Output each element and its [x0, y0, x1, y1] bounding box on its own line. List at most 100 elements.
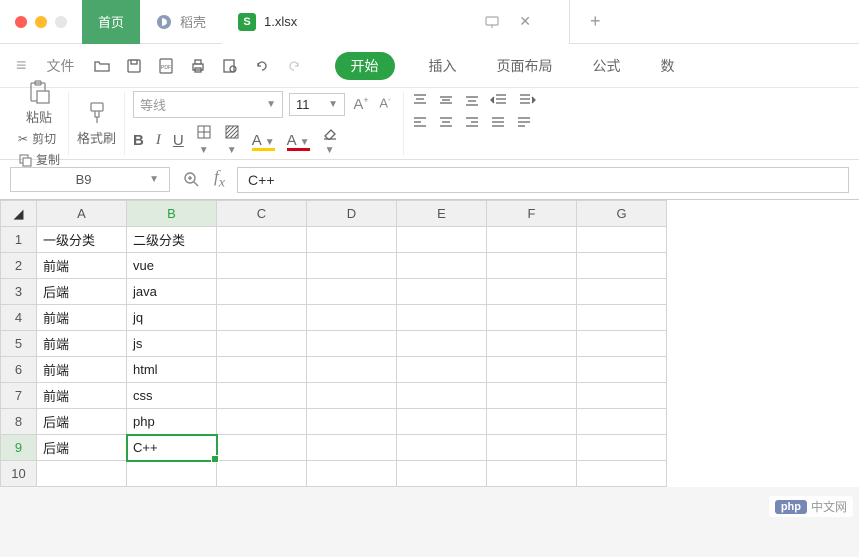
cell-E6[interactable]	[397, 357, 487, 383]
cell-G2[interactable]	[577, 253, 667, 279]
align-top-button[interactable]	[412, 92, 428, 108]
tab-close-icon[interactable]: ✕	[511, 13, 539, 30]
cell-C2[interactable]	[217, 253, 307, 279]
tab-home[interactable]: 首页	[82, 0, 140, 44]
cell-A3[interactable]: 后端	[37, 279, 127, 305]
cell-G3[interactable]	[577, 279, 667, 305]
cell-B5[interactable]: js	[127, 331, 217, 357]
font-color-button[interactable]: A▼	[287, 132, 310, 149]
column-header-F[interactable]: F	[487, 201, 577, 227]
cell-G8[interactable]	[577, 409, 667, 435]
cell-C1[interactable]	[217, 227, 307, 253]
cell-B2[interactable]: vue	[127, 253, 217, 279]
save-icon[interactable]	[123, 55, 145, 77]
cell-D5[interactable]	[307, 331, 397, 357]
window-minimize-button[interactable]	[35, 16, 47, 28]
cell-C8[interactable]	[217, 409, 307, 435]
align-center-button[interactable]	[438, 114, 454, 130]
cell-E3[interactable]	[397, 279, 487, 305]
cell-B6[interactable]: html	[127, 357, 217, 383]
row-header-10[interactable]: 10	[1, 461, 37, 487]
font-name-select[interactable]: 等线 ▼	[133, 91, 283, 118]
bold-button[interactable]: B	[133, 132, 144, 149]
open-icon[interactable]	[91, 55, 113, 77]
highlight-button[interactable]: A▼	[252, 132, 275, 149]
column-header-A[interactable]: A	[37, 201, 127, 227]
cell-F7[interactable]	[487, 383, 577, 409]
cell-A10[interactable]	[37, 461, 127, 487]
cell-E1[interactable]	[397, 227, 487, 253]
indent-increase-button[interactable]	[518, 92, 536, 108]
cell-G9[interactable]	[577, 435, 667, 461]
underline-button[interactable]: U	[173, 132, 184, 149]
cell-B8[interactable]: php	[127, 409, 217, 435]
cell-B3[interactable]: java	[127, 279, 217, 305]
cell-E10[interactable]	[397, 461, 487, 487]
select-all-corner[interactable]: ◢	[1, 201, 37, 227]
new-tab-button[interactable]: +	[570, 11, 621, 32]
cell-E5[interactable]	[397, 331, 487, 357]
copy-button[interactable]: 复制	[18, 151, 60, 168]
fx-icon[interactable]: fx	[214, 167, 225, 191]
font-decrease-button[interactable]: A-	[375, 95, 395, 113]
cell-A7[interactable]: 前端	[37, 383, 127, 409]
menu-file[interactable]: 文件	[39, 52, 83, 80]
row-header-8[interactable]: 8	[1, 409, 37, 435]
cell-F2[interactable]	[487, 253, 577, 279]
align-bottom-button[interactable]	[464, 92, 480, 108]
menu-page-layout[interactable]: 页面布局	[489, 52, 561, 80]
cell-C9[interactable]	[217, 435, 307, 461]
border-button[interactable]: ▼	[196, 124, 212, 157]
menu-insert[interactable]: 插入	[421, 52, 465, 80]
cell-B7[interactable]: css	[127, 383, 217, 409]
name-box[interactable]: B9 ▼	[10, 167, 170, 192]
cell-D8[interactable]	[307, 409, 397, 435]
cell-G10[interactable]	[577, 461, 667, 487]
cell-A8[interactable]: 后端	[37, 409, 127, 435]
cell-F1[interactable]	[487, 227, 577, 253]
menu-start[interactable]: 开始	[335, 52, 395, 80]
export-pdf-icon[interactable]: PDF	[155, 55, 177, 77]
cell-D3[interactable]	[307, 279, 397, 305]
format-brush-button[interactable]: 格式刷	[77, 100, 116, 147]
cell-F6[interactable]	[487, 357, 577, 383]
cell-C5[interactable]	[217, 331, 307, 357]
cell-A9[interactable]: 后端	[37, 435, 127, 461]
menu-formula[interactable]: 公式	[585, 52, 629, 80]
cell-D4[interactable]	[307, 305, 397, 331]
cell-G4[interactable]	[577, 305, 667, 331]
cell-G5[interactable]	[577, 331, 667, 357]
column-header-B[interactable]: B	[127, 201, 217, 227]
cell-A2[interactable]: 前端	[37, 253, 127, 279]
cell-D1[interactable]	[307, 227, 397, 253]
cell-G7[interactable]	[577, 383, 667, 409]
italic-button[interactable]: I	[156, 132, 161, 149]
cell-C7[interactable]	[217, 383, 307, 409]
column-header-G[interactable]: G	[577, 201, 667, 227]
print-icon[interactable]	[187, 55, 209, 77]
row-header-6[interactable]: 6	[1, 357, 37, 383]
row-header-4[interactable]: 4	[1, 305, 37, 331]
menu-data[interactable]: 数	[653, 52, 683, 80]
font-increase-button[interactable]: A+	[351, 95, 371, 113]
print-preview-icon[interactable]	[219, 55, 241, 77]
cell-C3[interactable]	[217, 279, 307, 305]
indent-decrease-button[interactable]	[490, 92, 508, 108]
cell-G1[interactable]	[577, 227, 667, 253]
zoom-icon[interactable]	[182, 170, 200, 188]
cell-C6[interactable]	[217, 357, 307, 383]
cell-D6[interactable]	[307, 357, 397, 383]
cell-D10[interactable]	[307, 461, 397, 487]
presentation-icon[interactable]	[485, 15, 499, 29]
window-maximize-button[interactable]	[55, 16, 67, 28]
cell-B9[interactable]: C++	[127, 435, 217, 461]
row-header-5[interactable]: 5	[1, 331, 37, 357]
hamburger-icon[interactable]: ≡	[12, 55, 31, 76]
cell-F8[interactable]	[487, 409, 577, 435]
cell-E2[interactable]	[397, 253, 487, 279]
eraser-button[interactable]: ▼	[322, 124, 338, 157]
cell-D9[interactable]	[307, 435, 397, 461]
row-header-2[interactable]: 2	[1, 253, 37, 279]
column-header-E[interactable]: E	[397, 201, 487, 227]
cell-E9[interactable]	[397, 435, 487, 461]
